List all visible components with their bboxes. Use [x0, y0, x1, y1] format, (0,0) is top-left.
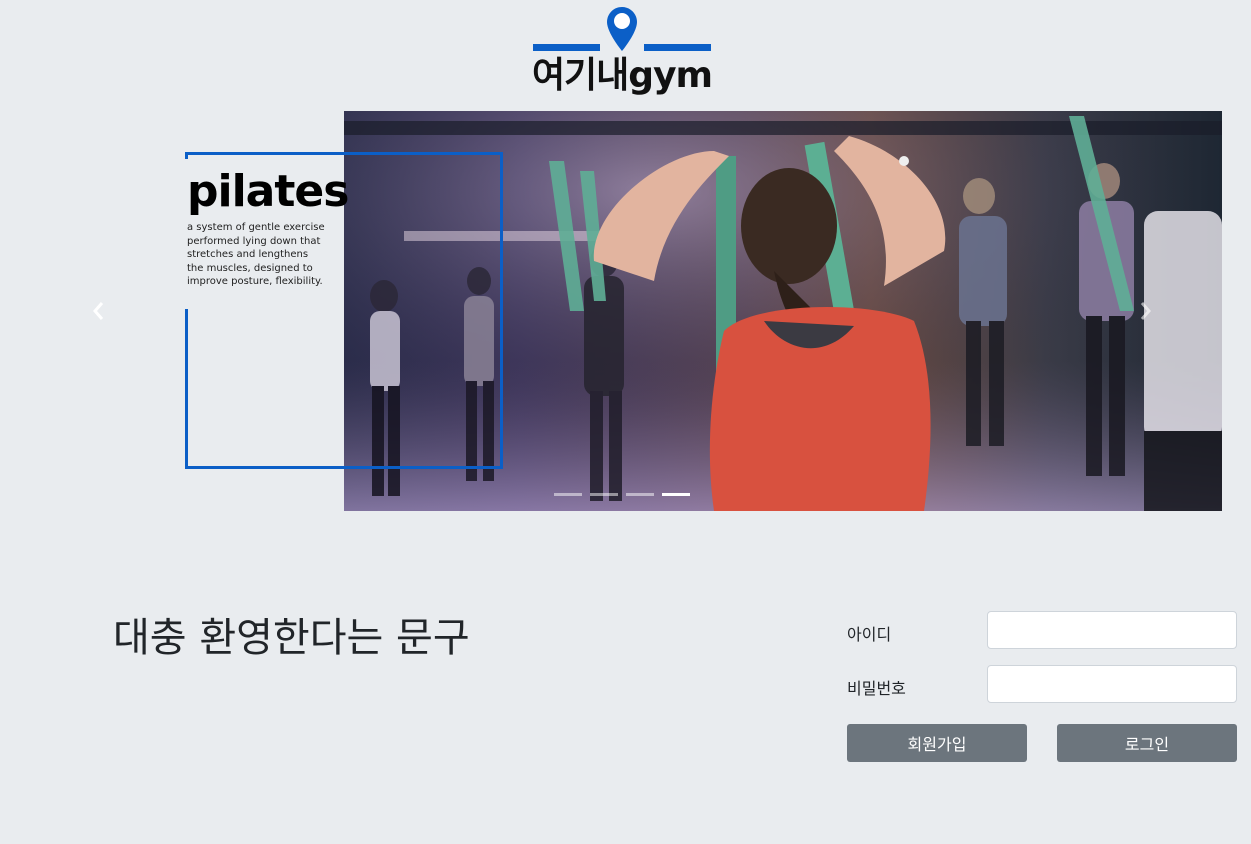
logo-line-right: [644, 44, 711, 51]
carousel-indicator-2[interactable]: [590, 493, 618, 496]
slide-title: pilates: [187, 166, 349, 217]
signup-button[interactable]: 회원가입: [847, 724, 1027, 762]
slide-description-line: the muscles, designed to: [187, 262, 313, 274]
login-button[interactable]: 로그인: [1057, 724, 1237, 762]
carousel-indicator-3[interactable]: [626, 493, 654, 496]
slide-description: a system of gentle exercise performed ly…: [187, 221, 347, 289]
logo-text: 여기내gym: [531, 55, 713, 96]
slide-caption: pilates a system of gentle exercise perf…: [187, 166, 349, 289]
carousel-next-button[interactable]: [1126, 291, 1166, 331]
logo-line-left: [533, 44, 600, 51]
slide-description-line: stretches and lengthens: [187, 249, 309, 260]
slide-description-line: a system of gentle exercise: [187, 222, 325, 233]
slide-description-line: performed lying down that: [187, 235, 321, 247]
password-input[interactable]: [987, 665, 1237, 703]
hero-carousel: pilates a system of gentle exercise perf…: [22, 111, 1222, 511]
carousel-indicator-1[interactable]: [554, 493, 582, 496]
password-label: 비밀번호: [847, 679, 906, 698]
chevron-left-icon: [93, 302, 104, 320]
id-input[interactable]: [987, 611, 1237, 649]
welcome-heading: 대충 환영한다는 문구: [113, 615, 470, 661]
site-logo[interactable]: 여기내gym: [527, 6, 717, 98]
id-label: 아이디: [847, 625, 892, 644]
carousel-prev-button[interactable]: [78, 291, 118, 331]
chevron-right-icon: [1140, 302, 1151, 320]
slide-description-line: improve posture, flexibility.: [187, 276, 323, 287]
carousel-indicator-4[interactable]: [662, 493, 690, 496]
map-pin-icon: [607, 7, 637, 51]
carousel-indicators: [554, 481, 698, 500]
